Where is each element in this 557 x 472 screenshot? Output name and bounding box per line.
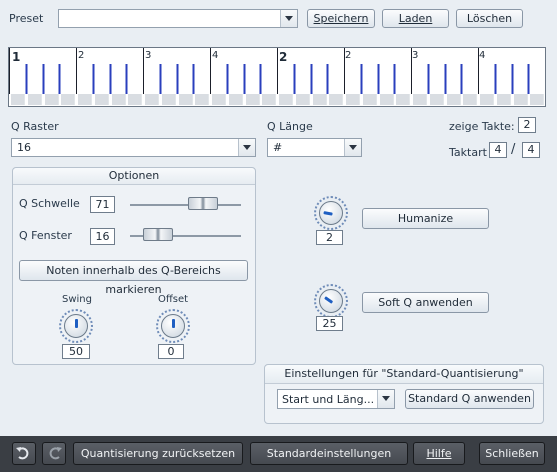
q-raster-select[interactable]: 16 xyxy=(11,138,256,157)
grid-cell xyxy=(28,94,42,105)
chevron-down-icon[interactable] xyxy=(344,139,361,156)
ruler-beat-4b: 4 xyxy=(479,50,486,61)
swing-input[interactable]: 50 xyxy=(62,344,90,359)
quantize-grid-ruler: 1 2 3 4 2 2 3 4 xyxy=(8,47,546,107)
mark-notes-button[interactable]: Noten innerhalb des Q-Bereichs markieren xyxy=(19,260,248,296)
grid-cell xyxy=(380,94,394,105)
time-signature-label: Taktart xyxy=(449,146,487,159)
ruler-bar-1: 1 xyxy=(12,50,21,64)
grid-cell xyxy=(162,94,176,105)
q-raster-value: 16 xyxy=(17,141,31,154)
grid-cell xyxy=(78,94,92,105)
grid-graphic xyxy=(9,48,544,105)
swing-label: Swing xyxy=(62,294,92,305)
grid-cell xyxy=(480,94,494,105)
grid-cell xyxy=(530,94,544,105)
grid-cell xyxy=(195,94,209,105)
grid-cell xyxy=(128,94,142,105)
q-window-input[interactable]: 16 xyxy=(90,228,115,245)
ruler-beat-2b: 2 xyxy=(345,50,352,61)
standard-mode-select[interactable]: Start und Läng... xyxy=(277,389,395,409)
show-bars-input[interactable]: 2 xyxy=(518,117,536,133)
grid-cell xyxy=(463,94,477,105)
ruler-beat-4: 4 xyxy=(212,50,219,61)
ruler-bar-2: 2 xyxy=(279,50,288,64)
grid-cell xyxy=(279,94,293,105)
offset-label: Offset xyxy=(158,294,189,305)
humanize-input[interactable]: 2 xyxy=(316,230,343,245)
q-laenge-value: # xyxy=(273,141,283,154)
grid-cell xyxy=(246,94,260,105)
humanize-knob[interactable] xyxy=(319,201,343,225)
q-threshold-input[interactable]: 71 xyxy=(90,196,115,213)
grid-cell xyxy=(296,94,310,105)
grid-cell xyxy=(413,94,427,105)
grid-cell xyxy=(514,94,528,105)
q-threshold-track xyxy=(130,204,241,206)
grid-cell xyxy=(11,94,25,105)
options-title: Optionen xyxy=(13,168,255,185)
grid-cell xyxy=(145,94,159,105)
time-signature-separator: / xyxy=(511,142,516,157)
softq-input[interactable]: 25 xyxy=(316,316,343,331)
ruler-beat-3b: 3 xyxy=(412,50,419,61)
chevron-down-icon[interactable] xyxy=(280,10,297,27)
show-bars-label: zeige Takte: xyxy=(449,120,515,133)
chevron-down-icon[interactable] xyxy=(377,390,394,408)
preset-label: Preset xyxy=(9,12,44,25)
grid-cell xyxy=(396,94,410,105)
softq-button[interactable]: Soft Q anwenden xyxy=(362,292,489,313)
help-button[interactable]: Hilfe xyxy=(413,442,465,465)
time-signature-denominator[interactable]: 4 xyxy=(522,142,540,158)
redo-button[interactable] xyxy=(42,442,66,465)
ruler-beat-3: 3 xyxy=(145,50,152,61)
grid-cell xyxy=(61,94,75,105)
standard-mode-value: Start und Läng... xyxy=(282,393,375,406)
ruler-beat-2: 2 xyxy=(78,50,85,61)
reset-quantize-button[interactable]: Quantisierung zurücksetzen xyxy=(73,442,243,465)
apply-standard-q-button[interactable]: Standard Q anwenden xyxy=(405,389,534,409)
grid-cell xyxy=(45,94,59,105)
close-button[interactable]: Schließen xyxy=(479,442,545,465)
grid-cell xyxy=(229,94,243,105)
humanize-button[interactable]: Humanize xyxy=(362,208,489,229)
grid-cell xyxy=(212,94,226,105)
grid-cell xyxy=(112,94,126,105)
preset-select[interactable] xyxy=(58,9,298,28)
offset-knob[interactable] xyxy=(161,314,185,338)
save-button[interactable]: Speichern xyxy=(307,9,375,28)
undo-icon xyxy=(16,447,29,460)
grid-cell xyxy=(447,94,461,105)
default-settings-button[interactable]: Standardeinstellungen xyxy=(250,442,408,465)
grid-cell xyxy=(329,94,343,105)
delete-button[interactable]: Löschen xyxy=(456,9,523,28)
swing-knob[interactable] xyxy=(64,314,88,338)
grid-cell xyxy=(179,94,193,105)
q-laenge-select[interactable]: # xyxy=(267,138,362,157)
grid-cell xyxy=(363,94,377,105)
load-button[interactable]: Laden xyxy=(382,9,449,28)
offset-input[interactable]: 0 xyxy=(158,344,184,359)
grid-cell xyxy=(262,94,276,105)
redo-icon xyxy=(49,447,62,460)
q-window-slider[interactable] xyxy=(142,228,173,241)
grid-cell xyxy=(430,94,444,105)
undo-button[interactable] xyxy=(12,442,36,465)
softq-knob[interactable] xyxy=(319,289,343,313)
grid-cell xyxy=(497,94,511,105)
grid-cell xyxy=(346,94,360,105)
q-threshold-label: Q Schwelle xyxy=(19,197,80,210)
q-raster-label: Q Raster xyxy=(11,120,59,133)
q-laenge-label: Q Länge xyxy=(267,120,313,133)
grid-cell xyxy=(313,94,327,105)
grid-cell xyxy=(95,94,109,105)
chevron-down-icon[interactable] xyxy=(238,139,255,156)
standard-quantize-title: Einstellungen für "Standard-Quantisierun… xyxy=(265,365,543,384)
q-window-label: Q Fenster xyxy=(19,229,72,242)
time-signature-numerator[interactable]: 4 xyxy=(489,142,507,158)
q-threshold-slider[interactable] xyxy=(187,197,218,210)
